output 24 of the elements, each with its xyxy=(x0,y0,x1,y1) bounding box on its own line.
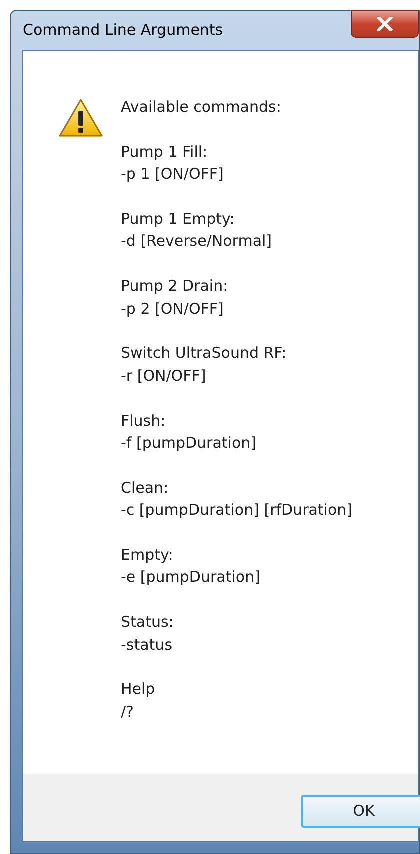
command-name: Switch UltraSound RF: xyxy=(121,343,287,364)
command-syntax: -d [Reverse/Normal] xyxy=(121,231,272,252)
close-icon xyxy=(377,17,393,31)
command-name: Help xyxy=(121,679,156,700)
command-syntax: /? xyxy=(121,702,134,723)
command-syntax: -f [pumpDuration] xyxy=(121,433,256,454)
command-syntax: -r [ON/OFF] xyxy=(121,366,206,387)
command-name: Status: xyxy=(121,612,174,634)
command-name: Clean: xyxy=(121,478,169,499)
warning-icon xyxy=(58,98,104,138)
command-syntax: -status xyxy=(121,634,173,656)
ok-button[interactable]: OK xyxy=(301,795,420,828)
command-name: Empty: xyxy=(121,545,174,566)
command-name: Pump 1 Empty: xyxy=(121,209,235,230)
command-syntax: -c [pumpDuration] [rfDuration] xyxy=(121,500,353,522)
command-name: Pump 2 Drain: xyxy=(121,276,228,298)
command-name: Flush: xyxy=(121,410,166,432)
command-syntax: -p 2 [ON/OFF] xyxy=(121,298,224,320)
window-title: Command Line Arguments xyxy=(23,20,224,42)
command-name: Pump 1 Fill: xyxy=(121,142,208,163)
message-heading: Available commands: xyxy=(121,97,282,118)
close-button[interactable] xyxy=(351,10,419,38)
command-syntax: -p 1 [ON/OFF] xyxy=(121,164,224,186)
command-syntax: -e [pumpDuration] xyxy=(121,567,260,588)
